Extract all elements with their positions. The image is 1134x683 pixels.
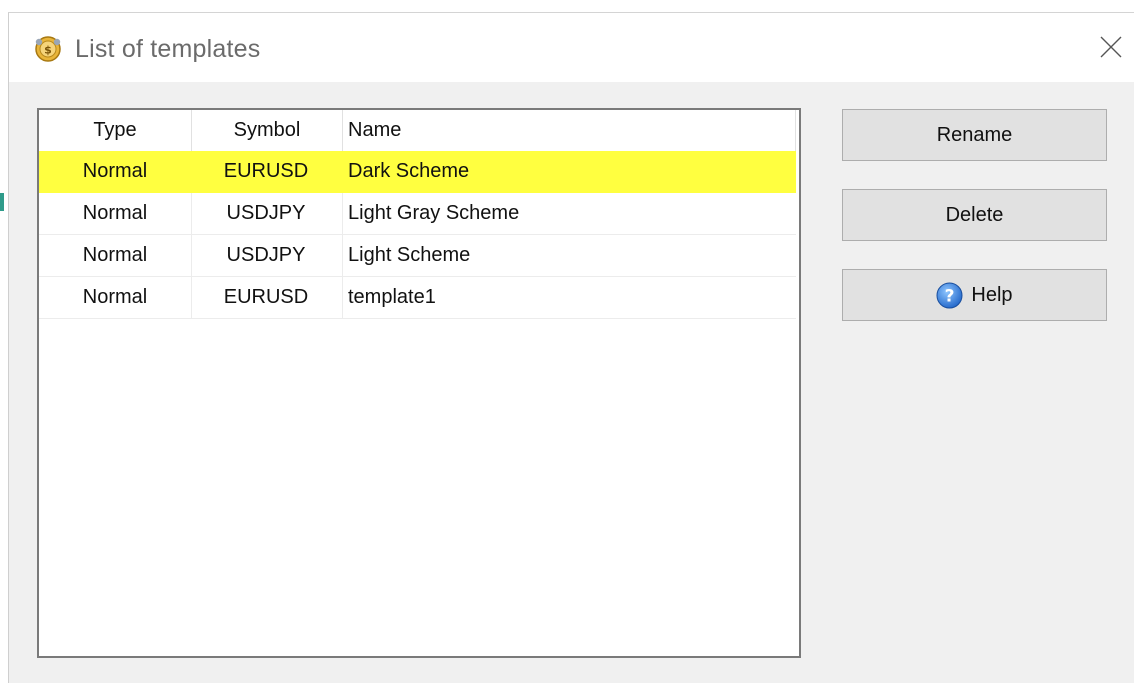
cell-name: Light Gray Scheme bbox=[348, 202, 520, 224]
cell-symbol: USDJPY bbox=[226, 244, 306, 266]
cell-type: Normal bbox=[82, 286, 148, 308]
cell-type: Normal bbox=[82, 160, 148, 182]
column-divider[interactable] bbox=[342, 110, 343, 151]
svg-text:?: ? bbox=[945, 286, 955, 306]
table-row[interactable]: Normal USDJPY Light Scheme bbox=[39, 235, 796, 277]
column-header-type[interactable]: Type bbox=[39, 110, 191, 151]
coin-icon: $ bbox=[35, 36, 61, 62]
cell-symbol: USDJPY bbox=[226, 202, 306, 224]
dialog-title: List of templates bbox=[75, 35, 261, 63]
cell-symbol: EURUSD bbox=[223, 286, 309, 308]
cell-name: Dark Scheme bbox=[348, 160, 470, 182]
delete-button-label: Delete bbox=[945, 203, 1004, 226]
cell-type: Normal bbox=[82, 202, 148, 224]
help-button-label: Help bbox=[971, 283, 1013, 306]
column-header-name[interactable]: Name bbox=[348, 110, 788, 151]
column-gridline bbox=[191, 193, 192, 319]
cell-type: Normal bbox=[82, 244, 148, 266]
close-icon bbox=[1100, 36, 1122, 58]
delete-button[interactable]: Delete bbox=[842, 189, 1107, 241]
rename-button[interactable]: Rename bbox=[842, 109, 1107, 161]
title-bar[interactable]: $ List of templates bbox=[9, 13, 1134, 82]
cell-name: Light Scheme bbox=[348, 244, 471, 266]
background-window-accent bbox=[0, 193, 4, 211]
table-row[interactable]: Normal USDJPY Light Gray Scheme bbox=[39, 193, 796, 235]
table-row[interactable]: Normal EURUSD template1 bbox=[39, 277, 796, 319]
cell-symbol: EURUSD bbox=[223, 160, 309, 182]
templates-list[interactable]: Type Symbol Name Normal EURUSD Dark Sche… bbox=[37, 108, 801, 658]
list-header: Type Symbol Name bbox=[39, 110, 796, 151]
rename-button-label: Rename bbox=[936, 123, 1013, 146]
help-icon: ? bbox=[936, 282, 963, 308]
cell-name: template1 bbox=[348, 286, 436, 308]
close-button[interactable] bbox=[1088, 29, 1134, 65]
table-row[interactable]: Normal EURUSD Dark Scheme bbox=[39, 151, 796, 193]
column-divider[interactable] bbox=[795, 110, 796, 151]
templates-dialog: $ List of templates Type Symbol Name Nor… bbox=[8, 12, 1134, 683]
svg-text:$: $ bbox=[44, 44, 52, 57]
column-gridline bbox=[342, 193, 343, 319]
background-window-edge bbox=[0, 0, 8, 683]
column-header-symbol[interactable]: Symbol bbox=[192, 110, 342, 151]
help-button[interactable]: ? Help bbox=[842, 269, 1107, 321]
